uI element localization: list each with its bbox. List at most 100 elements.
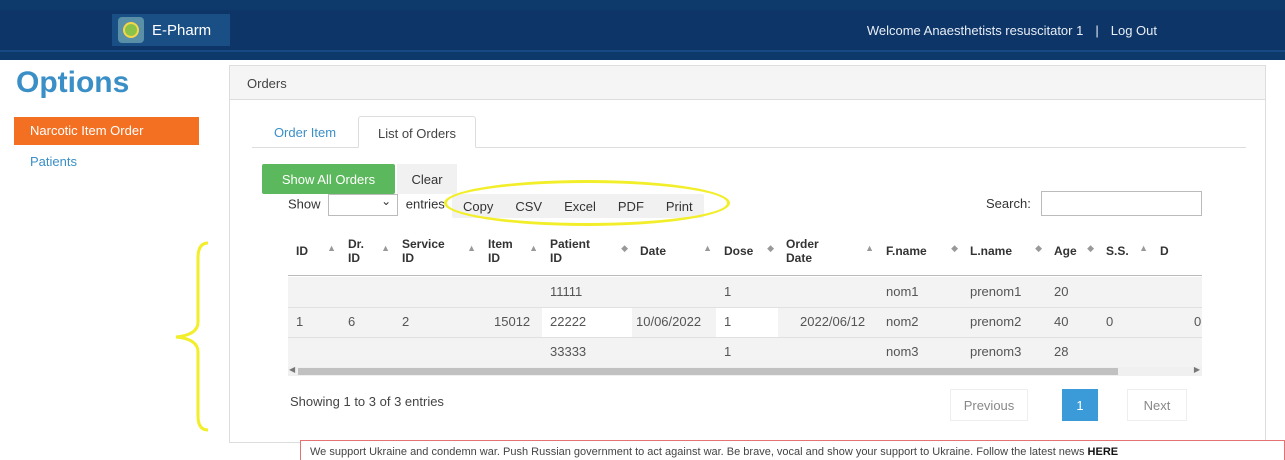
copy-button[interactable]: Copy [452, 194, 504, 218]
sidebar-item-narcotic-item-order[interactable]: Narcotic Item Order [14, 117, 199, 145]
next-page-button[interactable]: Next [1127, 389, 1187, 421]
cell-order-date: 2022/06/12 [800, 314, 866, 329]
cell-lname: prenom2 [970, 314, 1022, 329]
col-label: S.S. [1106, 244, 1129, 258]
horizontal-scrollbar[interactable]: ◀ ▶ [288, 365, 1202, 376]
entries-select[interactable] [328, 194, 399, 216]
column-header-d[interactable]: D [1152, 226, 1202, 276]
col-label: D [1160, 244, 1169, 258]
column-header-fname[interactable]: F.name ◆ [878, 226, 962, 276]
sort-icon: ▲ [703, 243, 712, 253]
column-header-lname[interactable]: L.name ◆ [962, 226, 1046, 276]
col-label: Age [1054, 244, 1077, 258]
tab-order-item[interactable]: Order Item [252, 116, 358, 148]
cell-lname: prenom1 [970, 284, 1022, 299]
col-label-2: ID [402, 251, 414, 265]
pdf-button[interactable]: PDF [607, 194, 655, 218]
csv-button[interactable]: CSV [504, 194, 553, 218]
sidebar-item-patients[interactable]: Patients [30, 154, 77, 169]
print-button[interactable]: Print [655, 194, 704, 218]
col-label: Item [488, 237, 513, 251]
column-header-dose[interactable]: Dose ◆ [716, 226, 778, 276]
logout-link[interactable]: Log Out [1111, 23, 1157, 38]
col-label: F.name [886, 244, 927, 258]
column-header-item-id[interactable]: Item ID ▲ [480, 226, 542, 276]
col-label-2: ID [348, 251, 360, 265]
column-header-order-date[interactable]: Order Date ▲ [778, 226, 878, 276]
page-1-button[interactable]: 1 [1062, 389, 1098, 421]
tab-list-of-orders[interactable]: List of Orders [358, 116, 476, 148]
sort-icon: ◆ [1035, 243, 1042, 253]
navbar-user-area: Welcome Anaesthetists resuscitator 1 | Log… [867, 23, 1157, 38]
show-label: Show [288, 196, 321, 212]
col-label: Service [402, 237, 445, 251]
column-header-patient-id[interactable]: Patient ID ◆ [542, 226, 632, 276]
search-input[interactable] [1041, 191, 1202, 216]
sort-icon: ◆ [951, 243, 958, 253]
cell-dose: 1 [724, 344, 732, 359]
cell-dose: 1 [724, 314, 732, 329]
cell-id: 1 [296, 314, 304, 329]
table-header: ID ▲ Dr. ID ▲ Service ID ▲ Item ID ▲ Patient ID ◆… [288, 226, 1202, 276]
table-body: 1 6 2 15012 10/06/2022 2022/06/12 0 0 11… [288, 277, 1202, 367]
pharmacy-logo-icon [118, 17, 144, 43]
cell-age: 40 [1054, 314, 1069, 329]
col-label-2: ID [550, 251, 562, 265]
entries-length-control: Show entries [288, 194, 445, 216]
sort-icon: ◆ [767, 243, 774, 253]
cell-fname: nom1 [886, 284, 919, 299]
banner-link[interactable]: HERE [1088, 446, 1119, 458]
cell-dose: 1 [724, 284, 732, 299]
top-navbar: E-Pharm Welcome Anaesthetists resuscitat… [0, 0, 1285, 60]
scrollbar-thumb[interactable] [298, 368, 1118, 375]
entries-label: entries [405, 196, 445, 212]
sidebar-title: Options [16, 66, 130, 99]
sort-icon: ▲ [1139, 243, 1148, 253]
cell-d: 0 [1194, 314, 1202, 329]
cell-item-id: 15012 [494, 314, 531, 329]
col-label-2: ID [488, 251, 500, 265]
cell-age: 28 [1054, 344, 1069, 359]
cell-patient-id: 22222 [550, 314, 587, 329]
sort-icon: ◆ [621, 243, 628, 253]
ukraine-banner: We support Ukraine and condemn war. Push… [300, 440, 1285, 460]
col-label: Date [640, 244, 667, 258]
sort-icon: ▲ [529, 243, 538, 253]
column-header-dr-id[interactable]: Dr. ID ▲ [340, 226, 394, 276]
sort-icon: ▲ [865, 243, 874, 253]
welcome-text: Welcome Anaesthetists resuscitator 1 [866, 23, 1084, 38]
column-header-ss[interactable]: S.S. ▲ [1098, 226, 1152, 276]
banner-text: We support Ukraine and condemn war. Push… [310, 446, 1085, 458]
cell-fname: nom3 [886, 344, 919, 359]
cell-dr-id: 6 [348, 314, 356, 329]
navbar-bar: E-Pharm Welcome Anaesthetists resuscitat… [0, 10, 1285, 52]
col-label: ID [296, 244, 308, 258]
brand-link[interactable]: E-Pharm [112, 14, 230, 46]
brand-name: E-Pharm [152, 21, 212, 39]
column-header-service-id[interactable]: Service ID ▲ [394, 226, 480, 276]
col-label: Patient [550, 237, 591, 251]
column-header-date[interactable]: Date ▲ [632, 226, 716, 276]
excel-button[interactable]: Excel [553, 194, 607, 218]
clear-button[interactable]: Clear [397, 164, 457, 194]
scroll-right-icon[interactable]: ▶ [1194, 365, 1200, 374]
scroll-left-icon[interactable]: ◀ [289, 365, 295, 374]
column-header-id[interactable]: ID ▲ [288, 226, 340, 276]
cell-patient-id: 33333 [550, 344, 587, 359]
col-label: L.name [970, 244, 1013, 258]
orders-table: ID ▲ Dr. ID ▲ Service ID ▲ Item ID ▲ Patient ID ◆… [288, 226, 1202, 376]
col-label: Order [786, 237, 819, 251]
show-all-orders-button[interactable]: Show All Orders [262, 164, 395, 194]
sort-icon: ◆ [1087, 243, 1094, 253]
cell-patient-id: 11111 [550, 284, 583, 299]
row-divider [288, 307, 1202, 308]
export-button-group: Copy CSV Excel PDF Print [452, 194, 704, 218]
previous-page-button[interactable]: Previous [950, 389, 1028, 421]
column-header-age[interactable]: Age ◆ [1046, 226, 1098, 276]
cell-ss: 0 [1106, 314, 1114, 329]
col-label: Dr. [348, 237, 365, 251]
panel-heading: Orders [230, 66, 1265, 100]
cell-age: 20 [1054, 284, 1069, 299]
col-label-2: Date [786, 251, 813, 265]
sort-icon: ▲ [381, 243, 390, 253]
